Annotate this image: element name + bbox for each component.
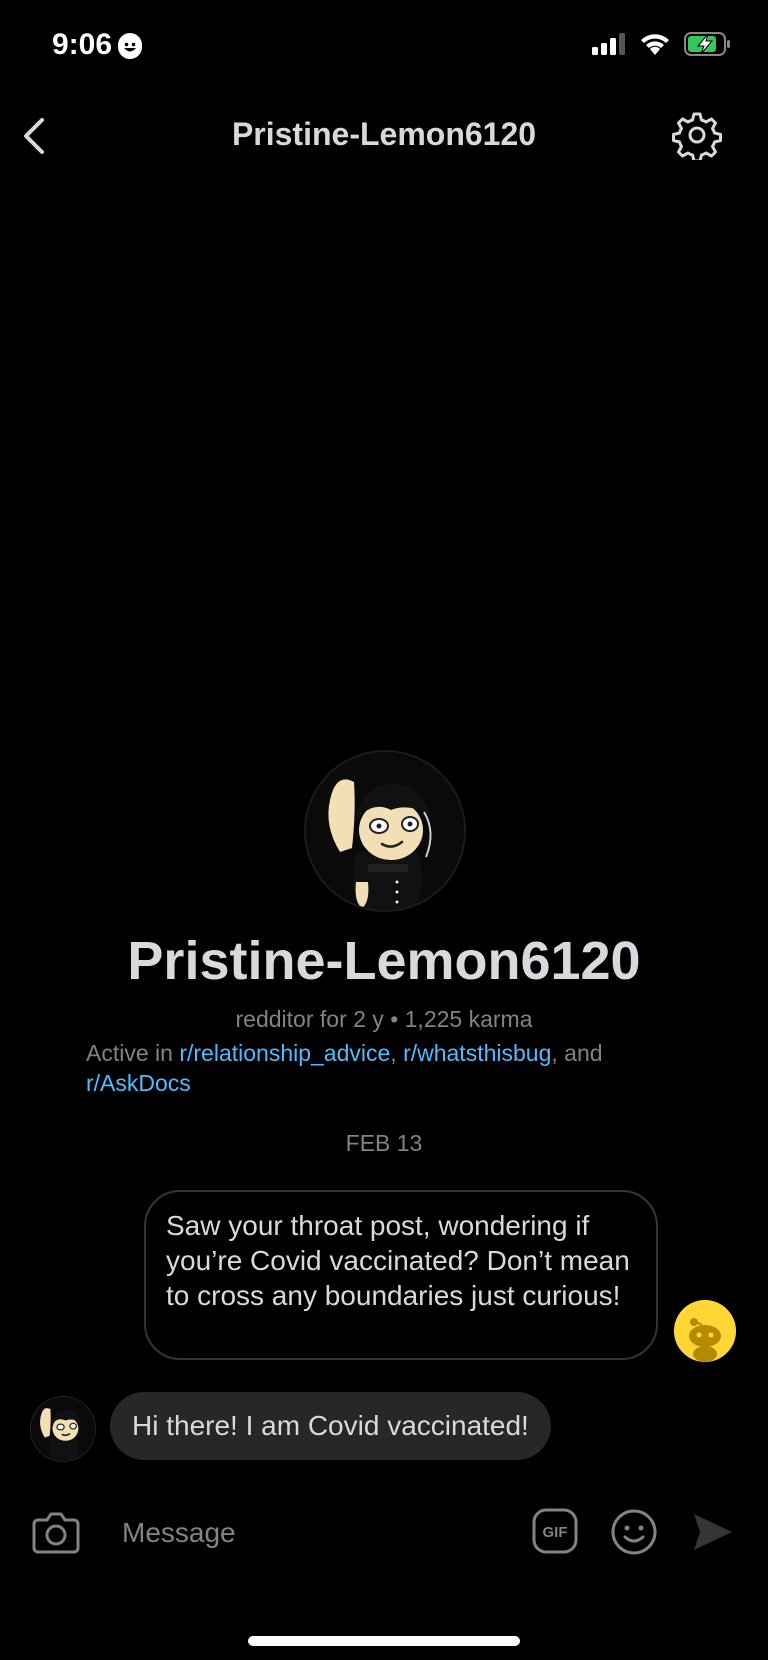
community-link-relationship-advice[interactable]: r/relationship_advice xyxy=(179,1040,390,1066)
user-avatar-illustration xyxy=(306,752,464,910)
sender-avatar[interactable] xyxy=(30,1396,96,1462)
incoming-message-bubble[interactable]: Hi there! I am Covid vaccinated! xyxy=(110,1392,551,1460)
message-input[interactable] xyxy=(120,1508,504,1558)
date-divider: FEB 13 xyxy=(345,1130,423,1156)
gif-icon: GIF xyxy=(532,1508,578,1554)
status-bar-time: 9:06 xyxy=(52,28,143,62)
community-separator: , xyxy=(390,1040,404,1066)
profile-meta: redditor for 2 y • 1,225 karma xyxy=(235,1006,533,1032)
profile-avatar[interactable] xyxy=(304,750,466,912)
send-button[interactable] xyxy=(690,1510,734,1554)
camera-icon xyxy=(32,1512,80,1554)
community-separator-and: , and xyxy=(551,1040,603,1066)
emoji-icon xyxy=(611,1509,657,1555)
active-prefix: Active in xyxy=(86,1040,180,1066)
emoji-button[interactable] xyxy=(610,1508,658,1556)
active-communities: Active in r/relationship_advice, r/whats… xyxy=(86,1038,706,1098)
profile-username[interactable]: Pristine-Lemon6120 xyxy=(0,930,768,992)
wifi-icon xyxy=(641,34,669,55)
outgoing-message-bubble[interactable]: Saw your throat post, wondering if you’r… xyxy=(144,1190,658,1360)
community-link-whatsthisbug[interactable]: r/whatsthisbug xyxy=(403,1040,551,1066)
user-avatar-illustration-small xyxy=(31,1397,95,1461)
own-avatar xyxy=(674,1300,736,1362)
gear-icon xyxy=(672,112,722,163)
snoo-avatar-icon xyxy=(674,1300,736,1362)
community-link-askdocs[interactable]: r/AskDocs xyxy=(86,1070,191,1096)
camera-button[interactable] xyxy=(32,1510,80,1554)
home-indicator[interactable] xyxy=(248,1636,520,1646)
smiley-status-icon xyxy=(118,33,143,59)
page-title: Pristine-Lemon6120 xyxy=(231,116,537,152)
gif-button[interactable]: GIF xyxy=(532,1508,578,1554)
battery-charging-icon xyxy=(684,32,730,56)
status-time-text: 9:06 xyxy=(52,28,113,61)
settings-button[interactable] xyxy=(672,110,722,163)
cellular-signal-icon xyxy=(592,33,625,55)
send-icon xyxy=(694,1514,732,1550)
svg-text:GIF: GIF xyxy=(543,1524,568,1541)
status-bar-indicators xyxy=(592,32,732,56)
